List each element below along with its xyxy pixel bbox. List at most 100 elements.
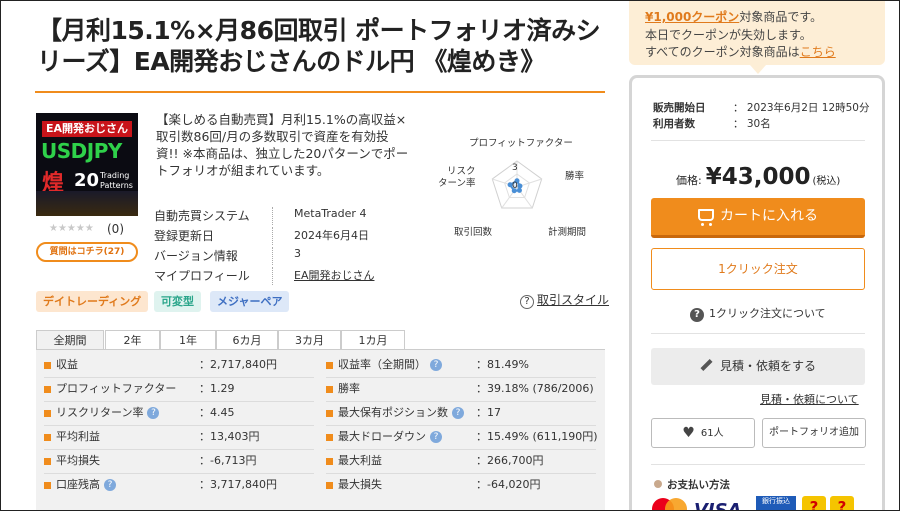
help-icon[interactable]: ? <box>104 479 116 491</box>
coupon-link[interactable]: こちら <box>800 45 836 59</box>
stat-bullet <box>44 482 51 489</box>
help-icon[interactable]: ? <box>147 407 160 419</box>
info-separator <box>272 267 273 285</box>
stat-value: ：266,700円 <box>476 454 544 467</box>
stat-row: リスクリターン率? ：4.45 <box>44 404 314 426</box>
bullet-icon <box>654 480 662 488</box>
radar-label-risk-return-2: ターン率 <box>438 178 476 189</box>
quote-request-button[interactable]: 見積・依頼をする <box>651 348 865 385</box>
profile-link[interactable]: EA開発おじさん <box>294 267 374 283</box>
rating-count: (0) <box>107 222 124 236</box>
stat-row: プロフィットファクター ：1.29 <box>44 380 314 402</box>
product-image-sub2: Patterns <box>100 181 133 190</box>
stat-divider <box>44 449 314 450</box>
stat-value: ：15.49% (611,190円) <box>476 430 598 443</box>
stat-row: 最大利益 ：266,700円 <box>326 452 596 474</box>
payment-q-icon: ? <box>802 496 826 510</box>
info-separator <box>272 227 273 245</box>
quote-about-link[interactable]: 見積・依頼について <box>760 391 859 407</box>
coupon-amount[interactable]: ¥1,000クーポン <box>645 10 739 24</box>
info-row: 登録更新日 2024年6月4日 <box>154 227 454 247</box>
one-click-order-button[interactable]: 1クリック注文 <box>651 248 865 290</box>
tag-day-trading[interactable]: デイトレーディング <box>36 291 149 312</box>
rating-stars: ★★★★★ <box>49 223 94 234</box>
price-tax: (税込) <box>812 176 841 187</box>
stat-label: 最大損失 <box>338 478 382 491</box>
quote-request-label: 見積・依頼をする <box>719 359 816 373</box>
question-icon: ? <box>690 308 704 322</box>
product-image-sub1: Trading <box>100 171 130 180</box>
info-label: 自動売買システム <box>154 209 250 223</box>
favorite-button[interactable]: ♥ 61人 <box>651 418 755 448</box>
radar-label-trades: 取引回数 <box>454 227 493 238</box>
panel-divider <box>651 464 865 465</box>
stat-bullet <box>326 482 333 489</box>
add-to-cart-button[interactable]: カートに入れる <box>651 198 865 238</box>
info-value: 3 <box>294 247 301 260</box>
info-row: マイプロフィール EA開発おじさん <box>154 267 454 287</box>
tab-1m[interactable]: 1カ月 <box>341 330 405 350</box>
radar-scale-min: 0 <box>512 181 518 191</box>
info-separator <box>272 247 273 265</box>
info-row: 自動売買システム MetaTrader 4 <box>154 207 454 227</box>
stat-divider <box>326 401 596 402</box>
tab-all[interactable]: 全期間 <box>36 330 104 350</box>
help-icon[interactable]: ? <box>430 359 442 371</box>
tag-variable[interactable]: 可変型 <box>154 291 201 312</box>
stat-label: 口座残高? <box>56 476 116 494</box>
stat-label: 最大利益 <box>338 454 382 467</box>
heart-icon: ♥ <box>682 425 695 441</box>
radar-scale-max: 3 <box>512 163 518 173</box>
info-value: 2024年6月4日 <box>294 229 369 242</box>
meta-label: 利用者数 <box>653 118 695 130</box>
purchase-panel: 販売開始日 ： 2023年6月2日 12時50分 利用者数 ： 30名 価格: ¥43… <box>629 75 885 511</box>
tab-1y[interactable]: 1年 <box>160 330 216 350</box>
stat-bullet <box>326 458 333 465</box>
coupon-notice: ¥1,000クーポン対象商品です。 本日でクーポンが失効します。 すべてのクーポ… <box>629 1 885 65</box>
info-label: バージョン情報 <box>154 249 238 263</box>
meta-label: 販売開始日 <box>653 102 706 114</box>
stat-divider <box>44 377 314 378</box>
product-image[interactable]: EA開発おじさん USDJPY 煌 20 Trading Patterns <box>36 113 138 216</box>
stat-row: 収益率（全期間）? ：81.49% <box>326 356 596 378</box>
radar-label-profit-factor: プロフィットファクター <box>469 138 573 149</box>
coupon-pointer <box>750 65 766 74</box>
help-icon[interactable]: ? <box>430 431 442 443</box>
payment-q-icon-2: ? <box>830 496 854 510</box>
price: 価格: ¥43,000 (税込) <box>676 164 840 190</box>
one-click-about-link[interactable]: ? 1クリック注文について <box>690 305 826 322</box>
stat-value: ：1.29 <box>199 382 235 395</box>
coupon-line-1: ¥1,000クーポン対象商品です。 <box>645 8 822 25</box>
stat-row: 最大損失 ：-64,020円 <box>326 476 596 498</box>
tab-6m[interactable]: 6カ月 <box>216 330 278 350</box>
page-frame: 【月利15.1%×月86回取引 ポートフォリオ済みシリーズ】EA開発おじさんのド… <box>0 0 900 511</box>
meta-value: ： 30名 <box>733 118 771 130</box>
stat-row: 平均利益 ：13,403円 <box>44 428 314 450</box>
stat-bullet <box>44 434 51 441</box>
help-icon[interactable]: ? <box>452 407 464 419</box>
portfolio-add-button[interactable]: ポートフォリオ追加 <box>762 418 866 448</box>
tab-2y[interactable]: 2年 <box>105 330 160 350</box>
payment-methods-title: お支払い方法 <box>654 477 730 492</box>
stat-value: ：13,403円 <box>199 430 260 443</box>
help-icon: ? <box>520 295 534 309</box>
stat-value: ：-6,713円 <box>199 454 257 467</box>
meta-users: 利用者数 ： 30名 <box>653 116 771 131</box>
stat-divider <box>326 473 596 474</box>
visa-icon: VISA <box>694 500 742 511</box>
trade-style-link[interactable]: ? 取引スタイル <box>520 291 609 309</box>
stat-label: リスクリターン率? <box>56 404 160 422</box>
qa-button[interactable]: 質問はコチラ(27) <box>36 242 138 262</box>
tag-major-pair[interactable]: メジャーペア <box>210 291 290 312</box>
stat-divider <box>44 473 314 474</box>
coupon-line-2: 本日でクーポンが失効します。 <box>645 28 812 42</box>
stat-bullet <box>326 410 333 417</box>
stat-value: ：4.45 <box>199 406 235 419</box>
stat-label: 収益 <box>56 358 78 371</box>
panel-divider <box>651 140 865 141</box>
cart-icon <box>698 209 714 226</box>
stat-label: 平均利益 <box>56 430 100 443</box>
stat-bullet <box>44 386 51 393</box>
product-description: 【楽しめる自動売買】月利15.1%の高収益×取引数86回/月の多数取引で資産を有… <box>156 112 409 178</box>
tab-3m[interactable]: 3カ月 <box>278 330 341 350</box>
